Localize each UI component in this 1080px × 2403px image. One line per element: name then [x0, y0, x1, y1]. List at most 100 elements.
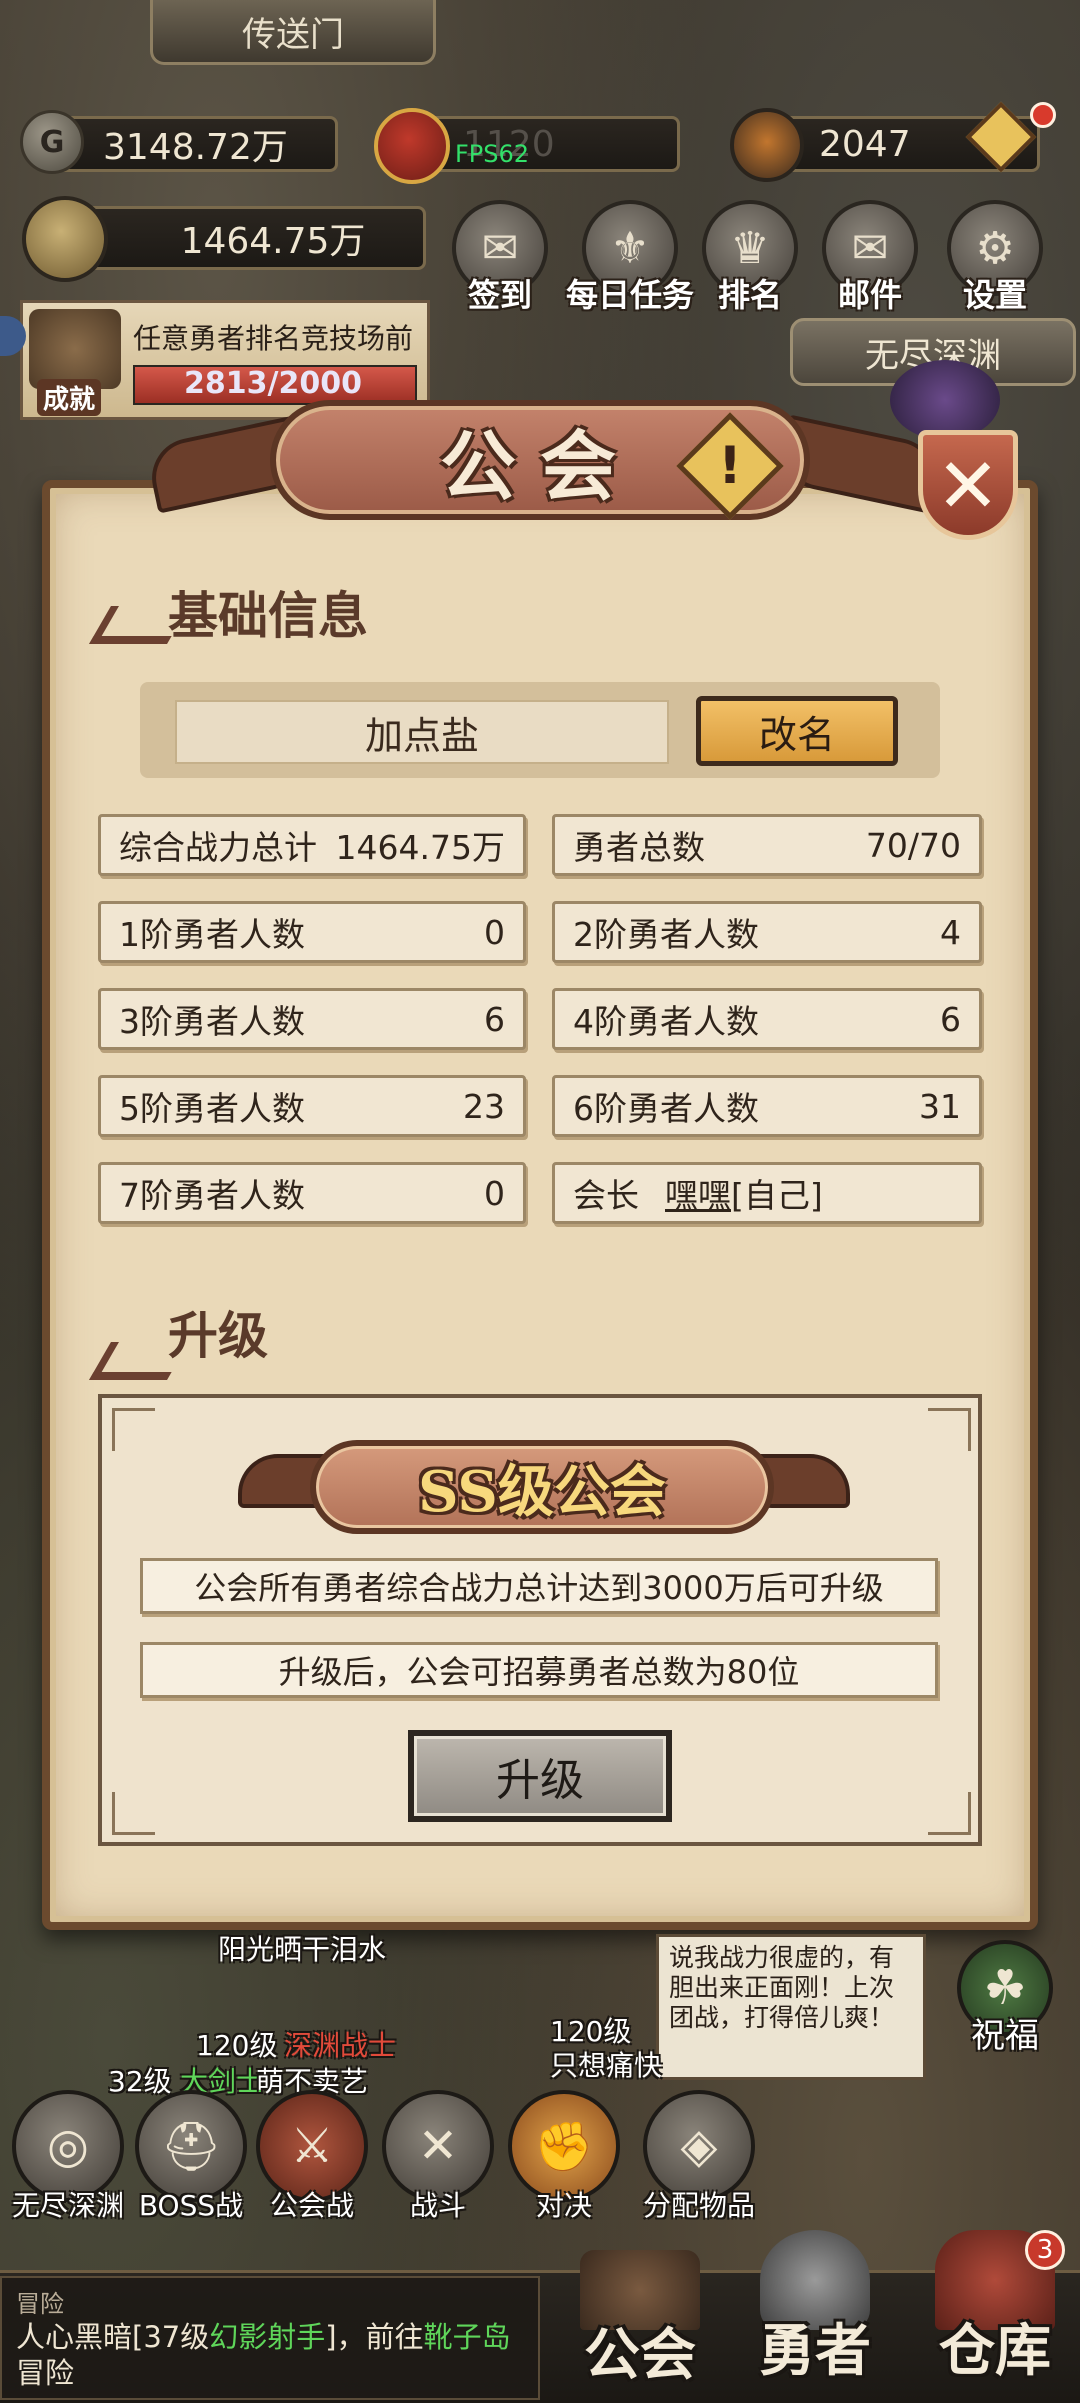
bless-button[interactable]: ☘ 祝福: [950, 1940, 1060, 2057]
stat-leader: 会长 嘿嘿 [自己]: [552, 1162, 982, 1224]
action-guild-war[interactable]: ⚔ 公会战: [252, 2090, 372, 2224]
menu-daily-task-label: 每日任务: [565, 276, 694, 314]
grade-banner: SS级公会: [310, 1440, 774, 1534]
stat-value: 70/70: [865, 825, 961, 865]
medal-icon: [374, 108, 450, 184]
stat-tier6: 6阶勇者人数 31: [552, 1075, 982, 1137]
stat-tier3: 3阶勇者人数 6: [98, 988, 526, 1050]
chat-text: 说我战力很虚的，有胆出来正面刚！上次团战，打得倍儿爽！: [669, 1943, 895, 2032]
adventure-log[interactable]: 冒险 人心黑暗[37级幻影射手]，前往靴子岛冒险: [0, 2276, 540, 2400]
action-duel[interactable]: ✊ 对决: [504, 2090, 624, 2224]
warehouse-badge: 3: [1025, 2230, 1065, 2270]
stat-label: 综合战力总计: [119, 828, 317, 867]
adventure-log-title: 冒险: [16, 2290, 64, 2318]
stat-label: 1阶勇者人数: [119, 915, 305, 954]
warning-mark: !: [718, 436, 742, 496]
panel-title: 公会: [440, 422, 640, 511]
upgrade-box-corner-icon: [928, 1792, 971, 1835]
menu-settings[interactable]: ⚙ 设置: [940, 200, 1050, 316]
chat-bubble: 说我战力很虚的，有胆出来正面刚！上次团战，打得倍儿爽！: [656, 1934, 926, 2080]
upgrade-requirement: 公会所有勇者综合战力总计达到3000万后可升级: [140, 1558, 938, 1614]
upgrade-box-corner-icon: [112, 1792, 155, 1835]
portal-label: 传送门: [242, 14, 344, 55]
leader-name[interactable]: 嘿嘿: [665, 1169, 731, 1217]
menu-mail-label: 邮件: [837, 276, 902, 314]
log-text-b: ]，前往: [325, 2320, 424, 2354]
upgrade-button[interactable]: 升级: [408, 1730, 672, 1822]
stat-label: 4阶勇者人数: [573, 1002, 759, 1041]
menu-settings-label: 设置: [962, 276, 1027, 314]
player-class-1: 深渊战士: [284, 2029, 397, 2062]
stat-label: 3阶勇者人数: [119, 1002, 305, 1041]
portal-button[interactable]: 传送门: [150, 0, 436, 65]
action-label: 公会战: [269, 2189, 354, 2222]
action-battle[interactable]: ✕ 战斗: [378, 2090, 498, 2224]
gold-coin-icon: G: [20, 110, 84, 174]
gem-icon: [730, 108, 804, 182]
boss-portrait-icon: [890, 360, 1000, 440]
upgrade-box-corner-icon: [112, 1408, 155, 1451]
tab-label: 公会: [584, 2322, 696, 2388]
stat-label: 5阶勇者人数: [119, 1089, 305, 1128]
menu-signin-label: 签到: [467, 276, 532, 314]
upgrade-box-corner-icon: [928, 1408, 971, 1451]
gold-value: 3148.72万: [103, 127, 288, 168]
action-label: 分配物品: [642, 2189, 755, 2222]
stat-value: 0: [484, 1173, 505, 1213]
gem-value: 2047: [819, 123, 911, 165]
red-dot-icon: [1030, 102, 1056, 128]
rename-button[interactable]: 改名: [696, 696, 898, 766]
stat-total-power: 综合战力总计 1464.75万: [98, 814, 526, 876]
stat-tier7: 7阶勇者人数 0: [98, 1162, 526, 1224]
close-button[interactable]: ✕: [918, 430, 1018, 540]
achievement-badge: 成就: [37, 379, 102, 416]
stat-label: 7阶勇者人数: [119, 1176, 305, 1215]
bless-label: 祝福: [971, 2016, 1039, 2056]
basic-info-heading: 基础信息: [168, 586, 368, 645]
log-place: 靴子岛: [423, 2320, 511, 2354]
upgrade-heading: 升级: [168, 1306, 268, 1365]
action-label: 战斗: [409, 2189, 466, 2222]
leader-tag: [自己]: [731, 1176, 823, 1215]
guild-name-field: 加点盐: [175, 700, 669, 764]
achievement-progress-text: 2813/2000: [184, 366, 362, 401]
stat-tier2: 2阶勇者人数 4: [552, 901, 982, 963]
player-name-2: 只想痛快: [550, 2049, 663, 2082]
stat-label: 6阶勇者人数: [573, 1089, 759, 1128]
action-boss-fight[interactable]: ⛑ BOSS战: [126, 2090, 256, 2224]
stat-tier1: 1阶勇者人数 0: [98, 901, 526, 963]
stat-value: 6: [940, 999, 961, 1039]
stat-value: 23: [463, 1086, 505, 1126]
menu-mail[interactable]: ✉ 邮件: [815, 200, 925, 316]
upgrade-benefit: 升级后，公会可招募勇者总数为80位: [140, 1642, 938, 1698]
action-label: 对决: [535, 2189, 592, 2222]
player-level-1: 120级: [196, 2029, 278, 2062]
fps-counter: FPS62: [455, 140, 530, 168]
stat-tier4: 4阶勇者人数 6: [552, 988, 982, 1050]
stat-value: 0: [484, 912, 505, 952]
stat-tier5: 5阶勇者人数 23: [98, 1075, 526, 1137]
stat-value: 31: [919, 1086, 961, 1126]
tab-warehouse[interactable]: 仓库 3: [915, 2230, 1075, 2400]
action-endless-abyss[interactable]: ◎ 无尽深渊: [8, 2090, 128, 2224]
action-label: BOSS战: [138, 2189, 244, 2222]
leader-label: 会长: [573, 1176, 639, 1215]
menu-ranking[interactable]: ♛ 排名: [695, 200, 805, 316]
tab-heroes[interactable]: 勇者: [735, 2230, 895, 2400]
achievement-task: 任意勇者排名竞技场前: [133, 322, 414, 355]
menu-ranking-label: 排名: [717, 276, 782, 314]
action-distribute-items[interactable]: ◈ 分配物品: [624, 2090, 774, 2224]
stat-label: 2阶勇者人数: [573, 915, 759, 954]
adventure-log-line: 人心黑暗[37级幻影射手]，前往靴子岛冒险: [16, 2319, 524, 2391]
menu-daily-task[interactable]: ⚜ 每日任务: [555, 200, 705, 316]
menu-signin[interactable]: ✉ 签到: [445, 200, 555, 316]
title-warning-icon[interactable]: !: [676, 412, 784, 520]
stat-label: 勇者总数: [573, 828, 705, 867]
tab-label: 勇者: [759, 2318, 871, 2384]
action-label: 无尽深渊: [11, 2189, 124, 2222]
log-text-c: 冒险: [16, 2356, 75, 2390]
tab-label: 仓库: [939, 2318, 1051, 2384]
tab-guild[interactable]: 公会: [560, 2250, 720, 2400]
power-bar: 1464.75万: [80, 206, 426, 270]
stat-hero-total: 勇者总数 70/70: [552, 814, 982, 876]
